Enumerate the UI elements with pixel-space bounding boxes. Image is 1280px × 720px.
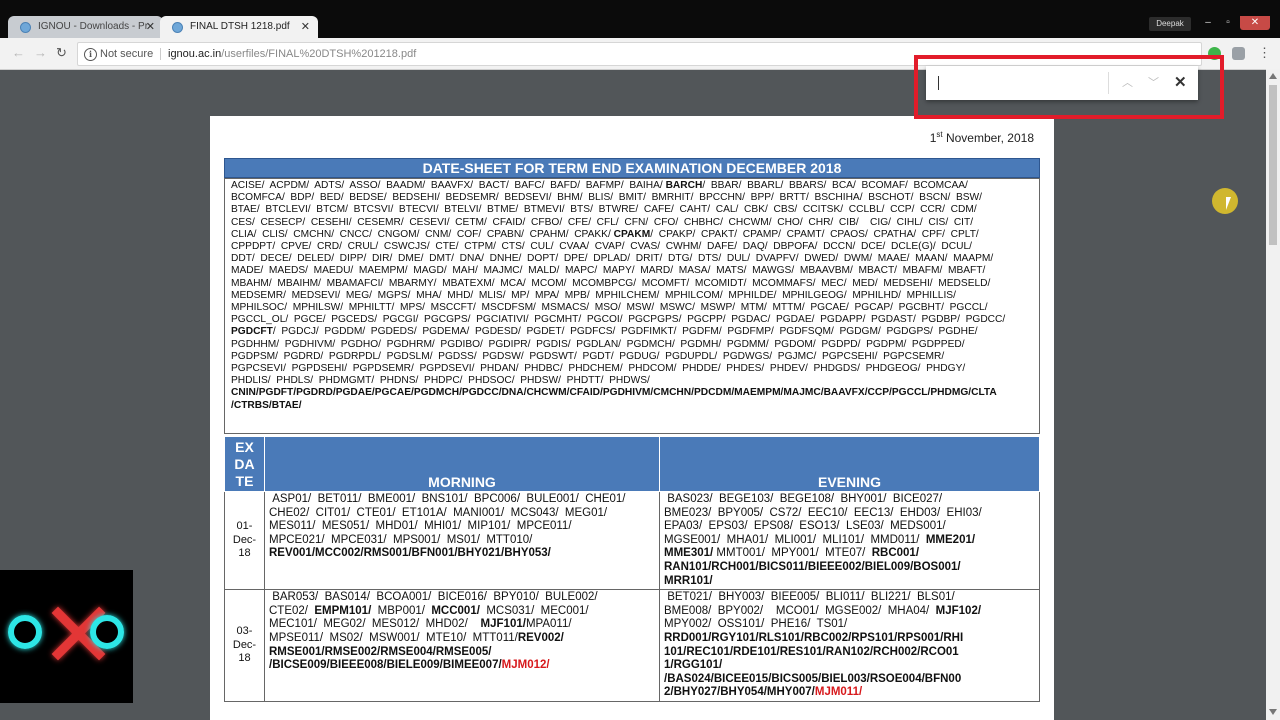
page-scrollbar[interactable] bbox=[1266, 69, 1280, 720]
window-titlebar bbox=[0, 0, 1280, 16]
course-codes-red: MJM011/ bbox=[814, 686, 863, 699]
url-path: /userfiles/FINAL%20DTSH%201218.pdf bbox=[221, 48, 417, 60]
course-codes-bold: MJF101/ bbox=[477, 618, 526, 631]
close-icon[interactable]: ✕ bbox=[301, 16, 310, 38]
document-date: 1st November, 2018 bbox=[930, 130, 1034, 145]
programme-bold: CPAKM bbox=[613, 228, 651, 240]
course-codes-bold: RRD001/RGY101/RLS101/RBC002/RPS101/RPS00… bbox=[664, 631, 964, 699]
programme-list: ACISE/ ACPDM/ ADTS/ ASSO/ BAADM/ BAAVFX/… bbox=[224, 178, 1040, 434]
minimize-icon[interactable]: – bbox=[1198, 16, 1218, 30]
menu-dots-icon[interactable]: ⋮ bbox=[1258, 45, 1271, 61]
course-codes: MMT001/ MPY001/ MTE07/ bbox=[713, 547, 869, 560]
column-header-date: EX DA TE bbox=[224, 436, 265, 492]
window-close-icon[interactable]: ✕ bbox=[1240, 16, 1270, 30]
date-cell: 03- Dec- 18 bbox=[224, 589, 265, 702]
scrollbar-thumb[interactable] bbox=[1269, 85, 1277, 245]
logo-o-right bbox=[90, 615, 124, 649]
security-label: Not secure bbox=[100, 48, 154, 60]
url-text: ignou.ac.in/userfiles/FINAL%20DTSH%20121… bbox=[168, 43, 416, 65]
course-codes-bold: REV001/MCC002/RMS001/BFN001/BHY021/BHY05… bbox=[269, 547, 551, 560]
url-host: ignou.ac.in bbox=[168, 48, 222, 60]
forward-arrow-icon[interactable]: → bbox=[34, 45, 47, 60]
course-codes-bold: MCC001/ bbox=[428, 604, 480, 617]
tab-title: IGNOU - Downloads - Pr bbox=[38, 21, 149, 32]
column-header-morning: MORNING bbox=[264, 436, 660, 492]
cursor-highlight bbox=[1212, 188, 1238, 214]
date-rest: November, 2018 bbox=[942, 131, 1034, 145]
evening-cell: BET021/ BHY003/ BIEE005/ BLI011/ BLI221/… bbox=[659, 589, 1040, 702]
course-codes: MPY002/ OSS101/ PHE16/ TS01/ bbox=[664, 618, 848, 631]
tab-ignou-downloads[interactable]: IGNOU - Downloads - Pr ✕ bbox=[8, 16, 163, 38]
programme-extra: CNIN/PGDFT/PGDRD/PGDAE/PGCAE/PGDMCH/PGDC… bbox=[231, 387, 997, 411]
close-icon[interactable]: ✕ bbox=[146, 16, 155, 38]
course-codes: MBP001/ bbox=[371, 604, 429, 617]
schedule-table: EX DA TE MORNING EVENING 01- Dec- 18 ASP… bbox=[224, 436, 1040, 702]
table-header-row: EX DA TE MORNING EVENING bbox=[224, 436, 1040, 492]
scroll-down-icon[interactable] bbox=[1269, 709, 1277, 715]
mouse-pointer-icon bbox=[1226, 197, 1231, 210]
course-codes-red: MJM012/ bbox=[501, 659, 550, 672]
morning-cell: BAR053/ BAS014/ BCOA001/ BICE016/ BPY010… bbox=[264, 589, 660, 702]
datesheet-header: DATE-SHEET FOR TERM END EXAMINATION DECE… bbox=[224, 158, 1040, 178]
programme-text: ACISE/ ACPDM/ ADTS/ ASSO/ BAADM/ BAAVFX/… bbox=[231, 180, 666, 191]
column-header-evening: EVENING bbox=[659, 436, 1040, 492]
table-row: 03- Dec- 18 BAR053/ BAS014/ BCOA001/ BIC… bbox=[224, 589, 1040, 702]
channel-logo: ✕ bbox=[0, 570, 133, 703]
course-codes: ASP01/ BET011/ BME001/ BNS101/ BPC006/ B… bbox=[269, 493, 626, 546]
highlight-annotation-box bbox=[914, 55, 1224, 119]
logo-x: ✕ bbox=[40, 582, 118, 689]
info-icon[interactable]: i bbox=[84, 48, 97, 61]
table-row: 01- Dec- 18 ASP01/ BET011/ BME001/ BNS10… bbox=[224, 490, 1040, 591]
programme-text: / PGDCJ/ PGDDM/ PGDEDS/ PGDEMA/ PGDESD/ … bbox=[231, 326, 978, 387]
scroll-up-icon[interactable] bbox=[1269, 73, 1277, 79]
course-codes-bold: EMPM101/ bbox=[311, 604, 372, 617]
evening-cell: BAS023/ BEGE103/ BEGE108/ BHY001/ BICE02… bbox=[659, 490, 1040, 591]
tab-final-dtsh[interactable]: FINAL DTSH 1218.pdf ✕ bbox=[160, 16, 318, 38]
extension-gray-icon[interactable] bbox=[1232, 47, 1245, 60]
programme-bold: PGDCFT bbox=[231, 326, 273, 338]
reload-icon[interactable]: ↻ bbox=[56, 45, 67, 61]
ignou-favicon-icon bbox=[20, 22, 31, 33]
programme-bold: BARCH bbox=[665, 180, 703, 191]
morning-cell: ASP01/ BET011/ BME001/ BNS101/ BPC006/ B… bbox=[264, 490, 660, 591]
profile-button[interactable]: Deepak bbox=[1149, 17, 1191, 31]
divider bbox=[160, 48, 161, 60]
date-cell: 01- Dec- 18 bbox=[224, 490, 265, 591]
tab-title: FINAL DTSH 1218.pdf bbox=[190, 21, 290, 32]
course-codes-bold: MJF102/ bbox=[932, 604, 982, 617]
logo-o-left bbox=[8, 615, 42, 649]
tab-strip: IGNOU - Downloads - Pr ✕ FINAL DTSH 1218… bbox=[0, 16, 1280, 52]
pdf-page: 1st November, 2018 DATE-SHEET FOR TERM E… bbox=[210, 116, 1054, 720]
ignou-favicon-icon bbox=[172, 22, 183, 33]
programme-text: / CPAKP/ CPAKT/ CPAMP/ CPAMT/ CPAOS/ CPA… bbox=[231, 228, 1006, 326]
maximize-icon[interactable]: ▫ bbox=[1218, 16, 1238, 30]
course-codes: BET021/ BHY003/ BIEE005/ BLI011/ BLI221/… bbox=[664, 591, 955, 617]
back-arrow-icon[interactable]: ← bbox=[12, 45, 25, 60]
